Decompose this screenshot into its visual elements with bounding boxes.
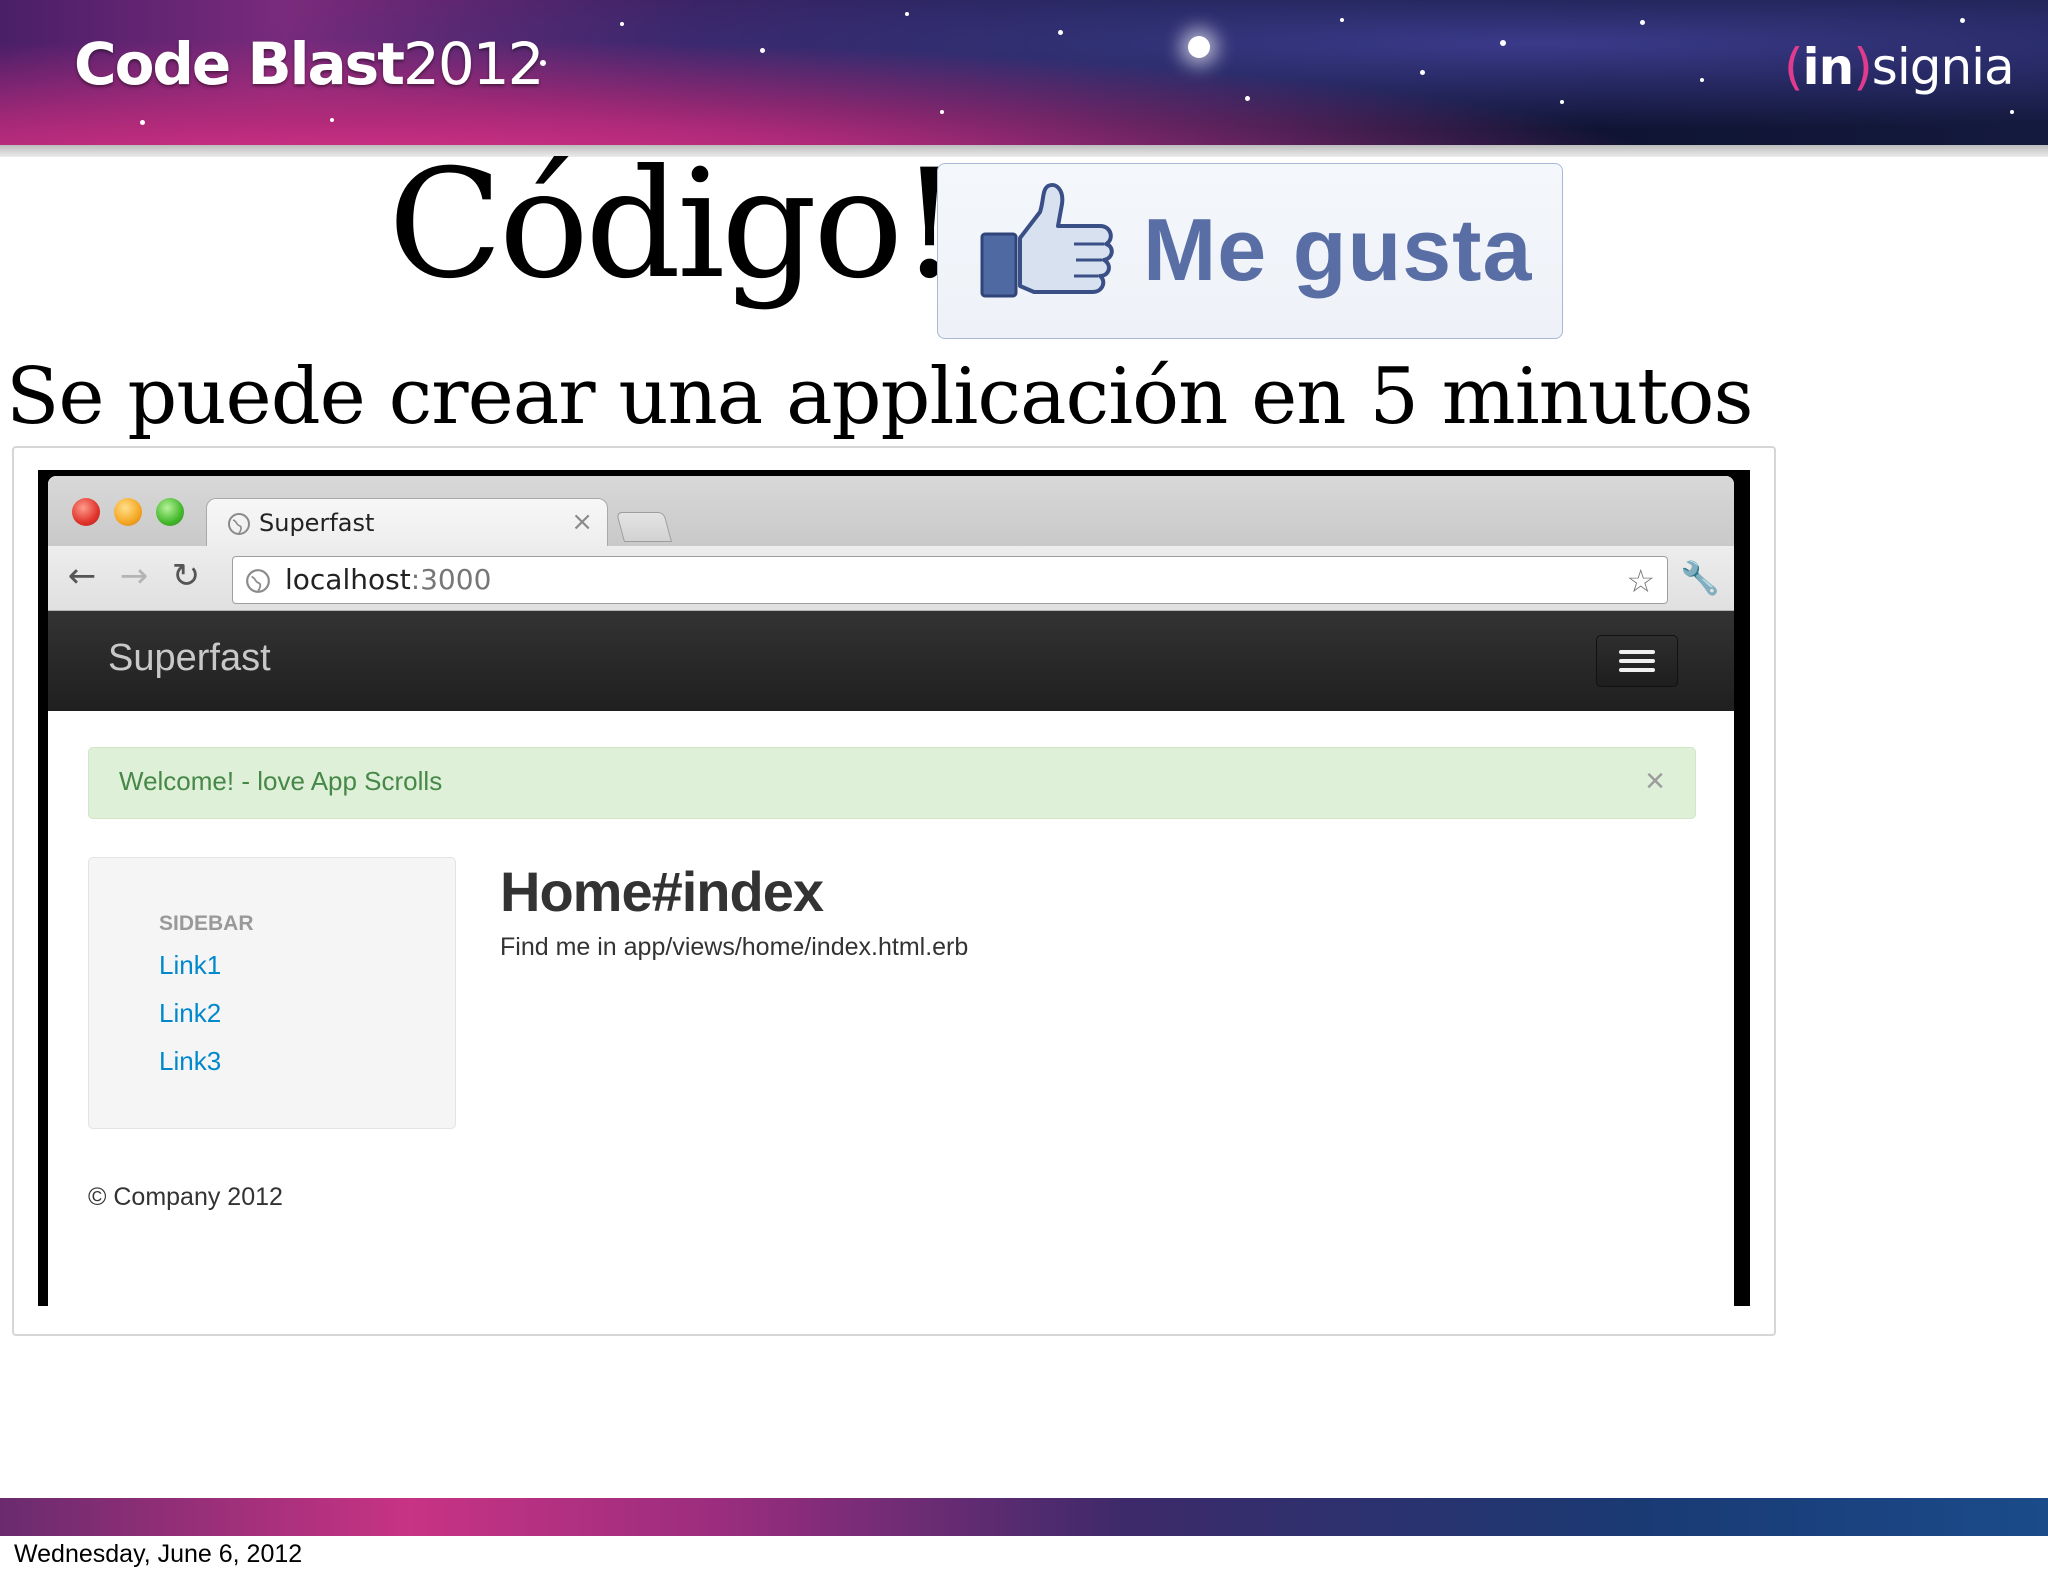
slide-date: Wednesday, June 6, 2012 xyxy=(14,1540,303,1568)
reload-icon[interactable]: ↻ xyxy=(166,556,206,596)
globe-icon xyxy=(228,513,250,535)
minimize-window-button[interactable] xyxy=(114,498,142,526)
sidebar-link-2[interactable]: Link2 xyxy=(159,998,221,1029)
bookmark-star-icon[interactable]: ☆ xyxy=(1626,562,1655,600)
event-title: Code Blast2012 xyxy=(74,30,545,98)
banner-divider xyxy=(0,145,2048,157)
wrench-icon[interactable]: 🔧 xyxy=(1678,556,1722,600)
sidebar-link-1[interactable]: Link1 xyxy=(159,950,221,981)
tab-title: Superfast xyxy=(259,509,375,537)
browser-toolbar: ← → ↻ localhost:3000 ☆ 🔧 xyxy=(48,546,1734,611)
hamburger-menu-icon[interactable] xyxy=(1596,635,1678,687)
tab-superfast[interactable]: Superfast × xyxy=(206,498,608,549)
sidebar: SIDEBAR Link1 Link2 Link3 xyxy=(88,857,456,1129)
sidebar-header: SIDEBAR xyxy=(159,912,254,935)
like-label: Me gusta xyxy=(1143,200,1533,299)
logo-in: in xyxy=(1802,38,1855,96)
page-subtitle: Find me in app/views/home/index.html.erb xyxy=(500,933,969,961)
url-port: :3000 xyxy=(410,563,492,596)
event-name: Code Blast xyxy=(74,30,405,98)
logo-paren-open: ( xyxy=(1784,38,1803,96)
app-page: Welcome! - love App Scrolls × SIDEBAR Li… xyxy=(48,711,1734,1306)
browser-window: Superfast × ← → ↻ localhost:3000 ☆ 🔧 Sup… xyxy=(38,470,1750,1306)
slide-subtitle: Se puede crear una applicación en 5 minu… xyxy=(6,352,1753,442)
welcome-alert: Welcome! - love App Scrolls × xyxy=(88,747,1696,819)
logo-rest: signia xyxy=(1871,38,2015,96)
tab-bar: Superfast × xyxy=(48,476,1734,549)
close-window-button[interactable] xyxy=(72,498,100,526)
alert-text: Welcome! - love App Scrolls xyxy=(119,766,443,796)
browser-chrome: Superfast × ← → ↻ localhost:3000 ☆ 🔧 Sup… xyxy=(48,476,1734,1306)
header-banner: Code Blast2012 (in)signia xyxy=(0,0,2048,145)
footer-banner xyxy=(0,1498,2048,1536)
thumbs-up-icon xyxy=(980,183,1114,298)
url-host: localhost xyxy=(285,563,411,596)
app-brand[interactable]: Superfast xyxy=(108,637,271,680)
tab-close-icon[interactable]: × xyxy=(571,507,593,537)
insignia-logo: (in)signia xyxy=(1784,38,2015,96)
zoom-window-button[interactable] xyxy=(156,498,184,526)
slide-heading: Código! xyxy=(388,138,960,312)
event-year: 2012 xyxy=(402,30,545,98)
app-navbar: Superfast xyxy=(48,611,1734,711)
forward-arrow-icon[interactable]: → xyxy=(114,556,154,596)
like-button[interactable]: Me gusta xyxy=(937,163,1563,339)
back-arrow-icon[interactable]: ← xyxy=(62,556,102,596)
url-text: localhost:3000 xyxy=(285,563,491,596)
logo-paren-close: ) xyxy=(1853,38,1872,96)
alert-close-icon[interactable]: × xyxy=(1645,762,1665,801)
globe-icon xyxy=(246,569,270,593)
sidebar-link-3[interactable]: Link3 xyxy=(159,1046,221,1077)
page-title: Home#index xyxy=(500,860,824,923)
address-bar[interactable]: localhost:3000 ☆ xyxy=(232,556,1668,604)
new-tab-button[interactable] xyxy=(615,512,673,542)
app-footer: © Company 2012 xyxy=(88,1183,283,1211)
